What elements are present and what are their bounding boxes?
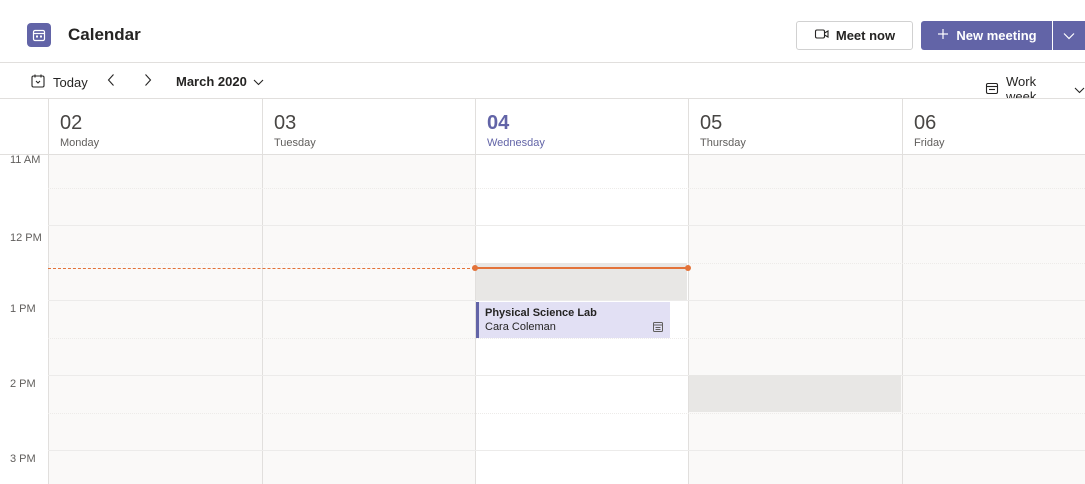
- today-button[interactable]: Today: [30, 73, 88, 92]
- day-number: 05: [700, 112, 723, 134]
- day-number: 04: [487, 112, 510, 134]
- meet-now-label: Meet now: [835, 28, 896, 43]
- busy-block: [689, 375, 901, 412]
- video-camera-icon: [814, 27, 830, 44]
- hour-line: [48, 375, 1085, 376]
- chevron-down-icon: [1063, 27, 1075, 45]
- new-meeting-dropdown-button[interactable]: [1053, 21, 1085, 50]
- today-label: Today: [53, 75, 88, 90]
- day-header-monday[interactable]: 02 Monday: [48, 99, 262, 155]
- calendar-grid: 11 AM 12 PM 1 PM 2 PM 3 PM Physical Scie…: [0, 154, 1085, 484]
- day-number: 03: [274, 112, 297, 134]
- day-header-thursday[interactable]: 05 Thursday: [688, 99, 902, 155]
- day-header-tuesday[interactable]: 03 Tuesday: [262, 99, 475, 155]
- day-name: Wednesday: [487, 137, 545, 149]
- current-time-dot: [685, 265, 691, 271]
- day-header-wednesday[interactable]: 04 Wednesday: [475, 99, 688, 155]
- day-name: Friday: [914, 137, 945, 149]
- time-label: 2 PM: [10, 378, 36, 390]
- event-organizer: Cara Coleman: [485, 321, 556, 333]
- time-label: 3 PM: [10, 453, 36, 465]
- calendar-today-icon: [30, 73, 46, 92]
- top-bar: Calendar Meet now New meeting: [0, 0, 1085, 62]
- day-name: Monday: [60, 137, 100, 149]
- half-hour-line: [48, 338, 1085, 339]
- calendar-event[interactable]: Physical Science Lab Cara Coleman: [476, 302, 670, 338]
- calendar-view-icon: [985, 81, 999, 98]
- current-time-line-today: [475, 267, 688, 269]
- day-name: Thursday: [700, 137, 746, 149]
- day-column-tuesday[interactable]: [262, 155, 475, 484]
- time-label: 12 PM: [10, 232, 42, 244]
- day-column-monday[interactable]: [48, 155, 262, 484]
- day-name: Tuesday: [274, 137, 316, 149]
- meet-now-button[interactable]: Meet now: [796, 21, 913, 50]
- calendar-app-icon[interactable]: [27, 23, 51, 47]
- current-time-line: [48, 268, 475, 269]
- calendar-toolbar: Today March 2020 Work week: [0, 62, 1085, 104]
- hour-line: [48, 225, 1085, 226]
- meeting-icon: [652, 320, 664, 338]
- event-title: Physical Science Lab: [485, 307, 597, 319]
- day-header-row: 02 Monday 03 Tuesday 04 Wednesday 05 Thu…: [0, 98, 1085, 155]
- new-meeting-button[interactable]: New meeting: [921, 21, 1052, 50]
- chevron-left-icon[interactable]: [106, 73, 116, 92]
- new-meeting-label: New meeting: [956, 28, 1037, 43]
- page-title: Calendar: [68, 25, 141, 44]
- day-number: 02: [60, 112, 83, 134]
- current-time-dot: [472, 265, 478, 271]
- chevron-down-icon: [1074, 82, 1085, 97]
- month-label: March 2020: [176, 74, 247, 89]
- time-label: 11 AM: [10, 154, 41, 166]
- time-label: 1 PM: [10, 303, 36, 315]
- month-picker[interactable]: March 2020: [176, 74, 264, 89]
- day-number: 06: [914, 112, 937, 134]
- half-hour-line: [48, 413, 1085, 414]
- hour-line: [48, 450, 1085, 451]
- day-column-friday[interactable]: [902, 155, 1085, 484]
- chevron-right-icon[interactable]: [143, 73, 153, 92]
- chevron-down-icon: [253, 74, 264, 89]
- hour-line: [48, 300, 1085, 301]
- half-hour-line: [48, 188, 1085, 189]
- plus-icon: [936, 27, 950, 44]
- day-column-thursday[interactable]: [688, 155, 902, 484]
- day-header-friday[interactable]: 06 Friday: [902, 99, 1085, 155]
